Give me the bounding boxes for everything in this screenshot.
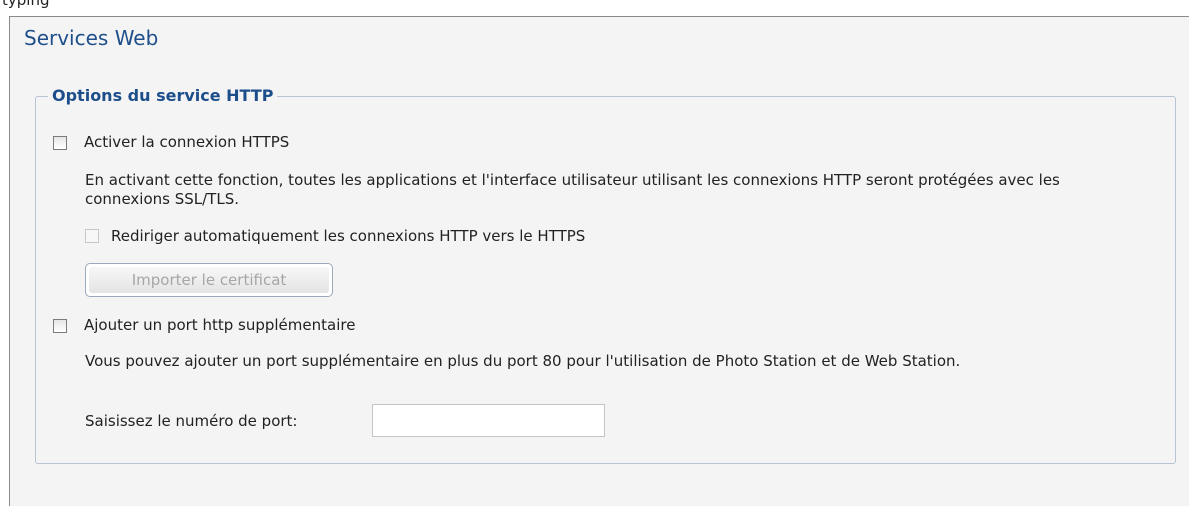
section-title: Options du service HTTP [48,86,278,105]
redirect-https-label: Rediriger automatiquement les connexions… [111,227,586,245]
extra-port-checkbox[interactable] [53,319,67,333]
panel-title: Services Web [24,26,159,50]
top-clipped-strip: typing [0,0,1189,16]
top-clipped-text: typing [2,0,50,9]
port-number-input[interactable] [372,404,605,437]
redirect-https-checkbox[interactable] [85,229,99,243]
import-certificate-button-label: Importer le certificat [89,267,329,293]
extra-port-description: Vous pouvez ajouter un port supplémentai… [85,352,961,370]
port-number-label: Saisissez le numéro de port: [85,412,298,430]
import-certificate-button[interactable]: Importer le certificat [85,263,333,297]
extra-port-label: Ajouter un port http supplémentaire [84,316,356,334]
https-description: En activant cette fonction, toutes les a… [85,171,1060,208]
enable-https-label: Activer la connexion HTTPS [84,133,290,151]
enable-https-checkbox[interactable] [53,136,67,150]
